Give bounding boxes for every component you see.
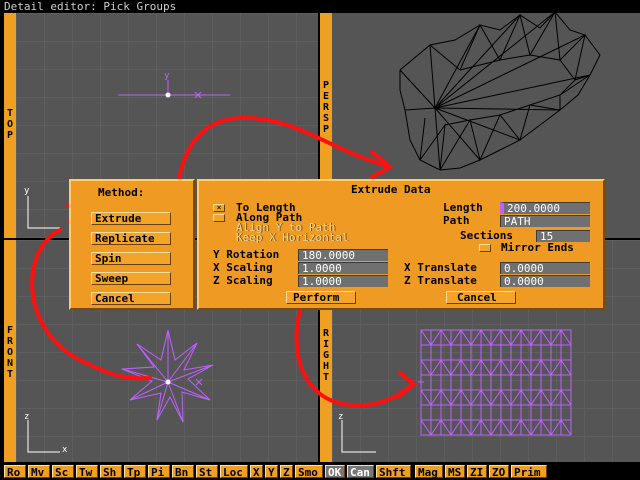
toolbar-mv[interactable]: Mv bbox=[28, 465, 50, 479]
x-scaling-field[interactable]: 1.0000 bbox=[298, 262, 388, 274]
path-field[interactable]: PATH bbox=[500, 215, 590, 227]
length-field[interactable]: 200.0000 bbox=[500, 202, 590, 214]
extrude-cancel-button[interactable]: Cancel bbox=[446, 291, 516, 304]
right-extrusion-mesh bbox=[418, 329, 572, 436]
perform-button[interactable]: Perform bbox=[286, 291, 356, 304]
front-star bbox=[121, 329, 214, 423]
toolbar-smo[interactable]: Smo bbox=[295, 465, 323, 479]
toolbar-ok[interactable]: OK bbox=[325, 465, 345, 479]
toolbar-ms[interactable]: MS bbox=[445, 465, 465, 479]
toolbar-pi[interactable]: Pi bbox=[148, 465, 170, 479]
length-label: Length bbox=[443, 201, 483, 214]
method-cancel-button[interactable]: Cancel bbox=[91, 292, 171, 305]
top-path-line bbox=[118, 80, 230, 99]
keep-x-option: Keep X Horizontal bbox=[236, 231, 349, 244]
y-rotation-label: Y Rotation bbox=[213, 248, 280, 261]
persp-wireframe bbox=[399, 10, 601, 171]
toolbar-shft[interactable]: Shft bbox=[376, 465, 411, 479]
z-translate-field[interactable]: 0.0000 bbox=[500, 275, 590, 287]
sweep-button[interactable]: Sweep bbox=[91, 272, 171, 285]
toolbar-z[interactable]: Z bbox=[280, 465, 293, 479]
toolbar-st[interactable]: St bbox=[196, 465, 218, 479]
x-translate-label: X Translate bbox=[404, 261, 477, 274]
toolbar-loc[interactable]: Loc bbox=[220, 465, 248, 479]
toolbar-x[interactable]: X bbox=[250, 465, 263, 479]
toolbar-tw[interactable]: Tw bbox=[76, 465, 98, 479]
path-label: Path bbox=[443, 214, 470, 227]
front-axis-x-label: x bbox=[62, 445, 68, 455]
toolbar-sc[interactable]: Sc bbox=[52, 465, 74, 479]
top-axis-y-label: y bbox=[24, 186, 30, 196]
along-path-radio[interactable] bbox=[213, 214, 225, 222]
spin-button[interactable]: Spin bbox=[91, 252, 171, 265]
toolbar-zo[interactable]: ZO bbox=[489, 465, 509, 479]
toolbar-zi[interactable]: ZI bbox=[467, 465, 487, 479]
bottom-toolbar: Ro Mv Sc Tw Sh Tp Pi Bn St Loc X Y Z Smo… bbox=[0, 463, 640, 480]
x-scaling-label: X Scaling bbox=[213, 261, 273, 274]
y-rotation-field[interactable]: 180.0000 bbox=[298, 249, 388, 261]
replicate-button[interactable]: Replicate bbox=[91, 232, 171, 245]
right-axis-y-label: z bbox=[338, 412, 344, 422]
svg-text:y: y bbox=[164, 71, 170, 81]
extrude-button[interactable]: Extrude bbox=[91, 212, 171, 225]
to-length-radio[interactable]: × bbox=[213, 204, 225, 212]
toolbar-can[interactable]: Can bbox=[347, 465, 374, 479]
x-translate-field[interactable]: 0.0000 bbox=[500, 262, 590, 274]
toolbar-bn[interactable]: Bn bbox=[172, 465, 194, 479]
z-scaling-field[interactable]: 1.0000 bbox=[298, 275, 388, 287]
front-axis-y-label: z bbox=[24, 412, 30, 422]
extrude-data-panel: Extrude Data × To Length Along Path Alig… bbox=[197, 179, 605, 310]
extrude-panel-title: Extrude Data bbox=[351, 183, 431, 196]
z-translate-label: Z Translate bbox=[404, 274, 477, 287]
mirror-ends-checkbox[interactable] bbox=[479, 244, 491, 252]
z-scaling-label: Z Scaling bbox=[213, 274, 273, 287]
toolbar-prim[interactable]: Prim bbox=[511, 465, 547, 479]
toolbar-ro[interactable]: Ro bbox=[4, 465, 26, 479]
toolbar-y[interactable]: Y bbox=[265, 465, 278, 479]
method-panel-title: Method: bbox=[98, 186, 145, 199]
method-panel: Method: Extrude Replicate Spin Sweep Can… bbox=[69, 179, 195, 310]
toolbar-mag[interactable]: Mag bbox=[415, 465, 443, 479]
toolbar-tp[interactable]: Tp bbox=[124, 465, 146, 479]
toolbar-sh[interactable]: Sh bbox=[100, 465, 122, 479]
mirror-ends-label: Mirror Ends bbox=[501, 241, 574, 254]
